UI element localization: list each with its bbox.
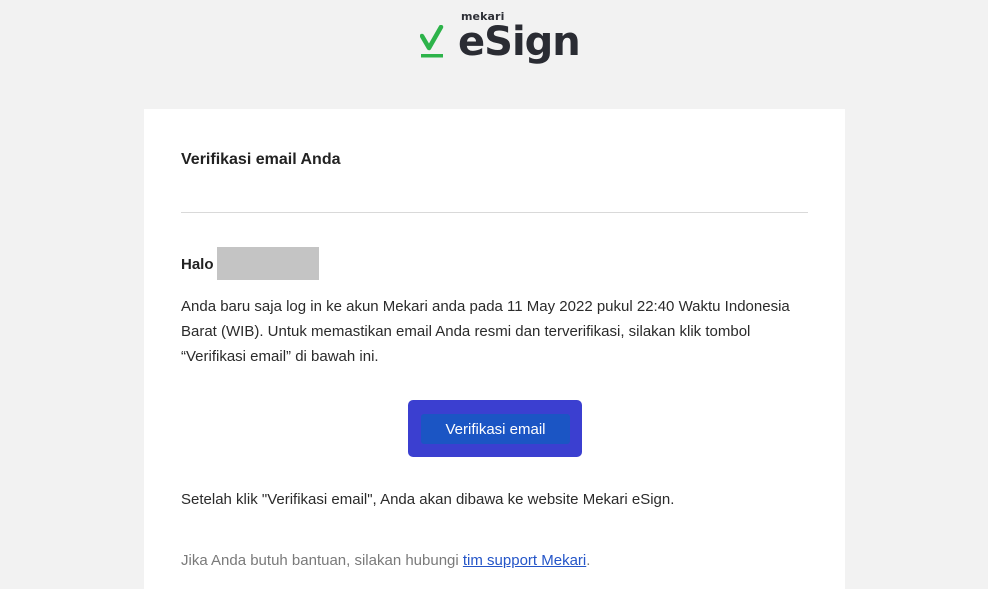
help-suffix: . — [586, 552, 591, 569]
support-link[interactable]: tim support Mekari — [463, 552, 586, 569]
redirect-note: Setelah klik "Verifikasi email", Anda ak… — [181, 491, 675, 508]
help-prefix: Jika Anda butuh bantuan, silakan hubungi — [181, 552, 463, 569]
title-divider — [181, 212, 808, 213]
verify-email-button[interactable]: Verifikasi email — [421, 414, 570, 444]
email-card: Verifikasi email Anda Halo Anda baru saj… — [144, 109, 845, 589]
email-header: mekari eSign — [0, 0, 988, 110]
checkmark-icon — [420, 25, 444, 59]
redacted-name — [217, 247, 319, 280]
logo-brand-main: eSign — [458, 19, 581, 65]
greeting-text: Halo — [181, 256, 214, 273]
email-body-text: Anda baru saja log in ke akun Mekari and… — [181, 298, 790, 365]
email-title: Verifikasi email Anda — [181, 151, 341, 168]
mekari-esign-logo: mekari eSign — [418, 8, 588, 70]
help-text: Jika Anda butuh bantuan, silakan hubungi… — [181, 552, 590, 569]
